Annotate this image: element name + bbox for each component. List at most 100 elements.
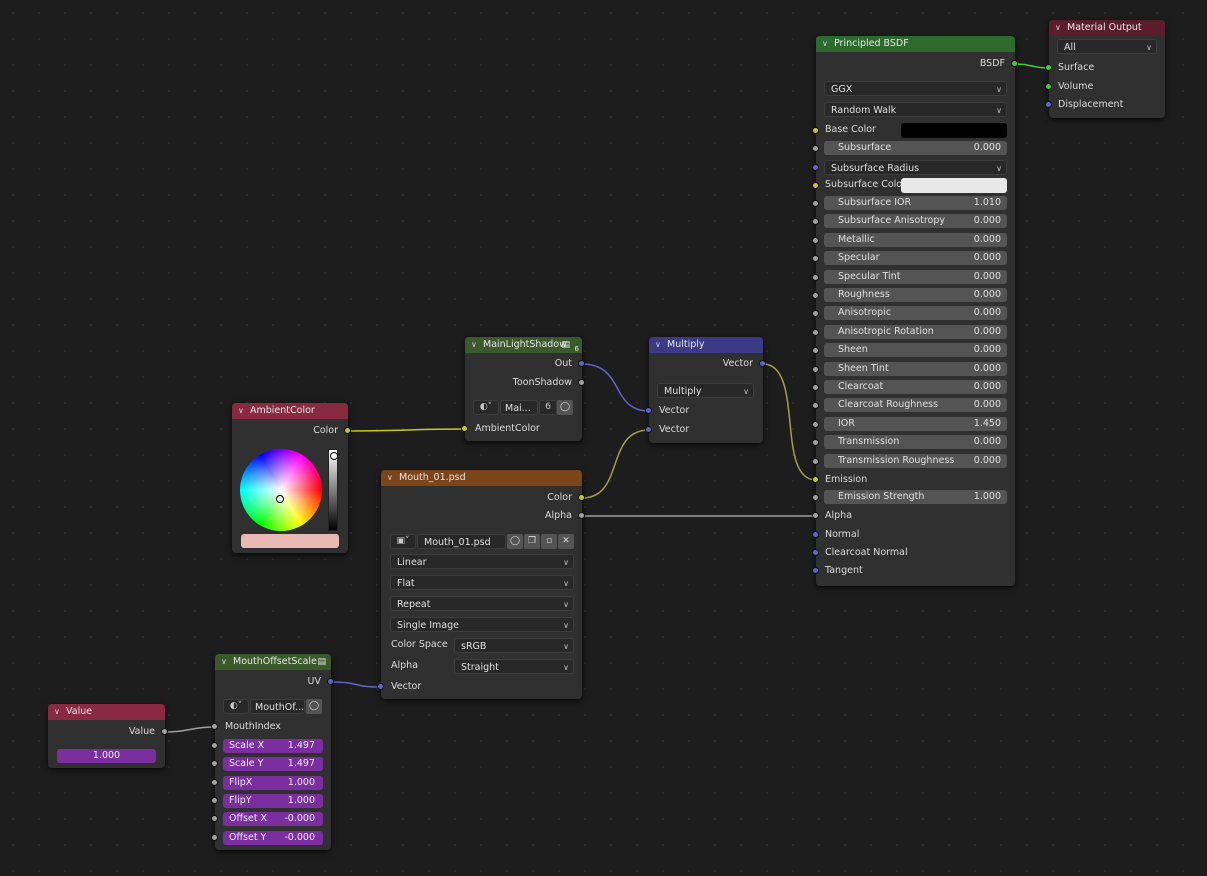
input-socket-alpha[interactable] [812,512,819,519]
chevron-down-icon[interactable]: ∨ [387,470,399,486]
value-slider-handle[interactable] [330,452,338,460]
bsdf-float-field[interactable]: Sheen 0.000 [824,343,1007,357]
input-socket-scale-y[interactable] [211,760,218,767]
input-socket-mouth-index[interactable] [211,723,218,730]
value-slider[interactable] [328,449,338,531]
input-socket-emission[interactable] [812,476,819,483]
node-header[interactable]: ∨ Material Output [1049,20,1165,36]
node-header[interactable]: ∨ Value [48,704,165,720]
input-socket-tangent[interactable] [812,567,819,574]
node-group-browse[interactable]: ◐˅ [223,699,249,714]
input-socket-bsdf-float[interactable] [812,439,819,446]
input-socket-offset-y[interactable] [211,834,218,841]
chevron-down-icon[interactable]: ∨ [238,403,250,419]
bsdf-float-field[interactable]: Sheen Tint 0.000 [824,362,1007,376]
input-socket-vector-2[interactable] [645,426,652,433]
node-header[interactable]: ∨ Multiply [649,337,763,353]
bsdf-float-field[interactable]: Specular 0.000 [824,251,1007,265]
input-socket-base-color[interactable] [812,127,819,134]
input-socket-bsdf-float[interactable] [812,384,819,391]
bsdf-float-field[interactable]: IOR 1.450 [824,417,1007,431]
input-socket-bsdf-float[interactable] [812,347,819,354]
node-header[interactable]: ∨ AmbientColor [232,403,348,419]
output-socket-uv[interactable] [327,678,334,685]
color-swatch[interactable] [241,534,339,548]
output-socket-alpha[interactable] [578,512,585,519]
node-group-browse[interactable]: ◐˅ [473,400,499,415]
bsdf-float-field[interactable]: Clearcoat Roughness 0.000 [824,398,1007,412]
bsdf-float-field[interactable]: Clearcoat 0.000 [824,380,1007,394]
output-socket-color[interactable] [344,427,351,434]
value-field[interactable]: 1.000 [57,749,156,763]
fake-user-shield-icon[interactable]: ◯ [557,400,573,415]
bsdf-float-field[interactable]: Subsurface IOR 1.010 [824,196,1007,210]
close-icon[interactable]: ✕ [558,534,574,549]
group-users-count[interactable]: 6 [539,400,557,415]
bsdf-float-field[interactable]: Anisotropic Rotation 0.000 [824,325,1007,339]
operation-dropdown[interactable]: Multiply ∨ [657,383,754,398]
output-socket-out[interactable] [578,360,585,367]
input-socket-bsdf-float[interactable] [812,218,819,225]
ambient-color-node[interactable]: ∨ AmbientColor Color [232,403,351,553]
chevron-down-icon[interactable]: ∨ [471,337,483,353]
input-socket-volume[interactable] [1045,83,1052,90]
group-name-field[interactable]: Mai... [500,400,538,415]
chevron-down-icon[interactable]: ∨ [655,337,667,353]
output-socket-color[interactable] [578,494,585,501]
chevron-down-icon[interactable]: ∨ [54,704,66,720]
input-socket-bsdf-float[interactable] [812,421,819,428]
input-socket-vector[interactable] [377,683,384,690]
main-light-shadow-node[interactable]: ∨ MainLightShadow ▤ 6 Out ToonShadow ◐˅ M… [461,337,585,441]
input-socket-bsdf-float[interactable] [812,200,819,207]
input-socket-bsdf-float[interactable] [812,237,819,244]
output-socket-value[interactable] [161,728,168,735]
input-socket-bsdf-float[interactable] [812,274,819,281]
subsurface-radius-dropdown[interactable]: Subsurface Radius ∨ [824,160,1007,175]
subsurface-color-swatch[interactable] [901,178,1007,193]
bsdf-float-field[interactable]: Specular Tint 0.000 [824,270,1007,284]
output-socket-toon-shadow[interactable] [578,379,585,386]
input-socket-displacement[interactable] [1045,101,1052,108]
group-name-field[interactable]: MouthOf... [250,699,305,714]
input-socket-bsdf-float[interactable] [812,329,819,336]
base-color-swatch[interactable] [901,123,1007,138]
bsdf-float-field[interactable]: Transmission 0.000 [824,435,1007,449]
scale-y-field[interactable]: Scale Y 1.497 [223,757,323,771]
emission-strength-field[interactable]: Emission Strength 1.000 [824,490,1007,504]
input-socket-subsurface[interactable] [812,145,819,152]
input-socket-bsdf-float[interactable] [812,255,819,262]
image-texture-node[interactable]: ∨ Mouth_01.psd Color Alpha ▣˅ Mouth_01.ps… [377,470,585,699]
input-socket-normal[interactable] [812,531,819,538]
input-socket-offset-x[interactable] [211,815,218,822]
chevron-down-icon[interactable]: ∨ [221,654,233,670]
fake-user-shield-icon[interactable]: ◯ [306,699,322,714]
node-header[interactable]: ∨ MainLightShadow ▤ 6 [465,337,582,353]
bsdf-float-field[interactable]: Metallic 0.000 [824,233,1007,247]
input-socket-subsurface-radius[interactable] [812,164,819,171]
input-socket-bsdf-float[interactable] [812,292,819,299]
projection-dropdown[interactable]: Flat ∨ [390,575,574,590]
output-socket-vector[interactable] [759,360,766,367]
subsurface-field[interactable]: Subsurface 0.000 [824,141,1007,155]
alpha-mode-dropdown[interactable]: Straight ∨ [454,659,574,674]
duplicate-icon[interactable]: ❐ [524,534,540,549]
image-name-field[interactable]: Mouth_01.psd [417,534,506,549]
subsurface-method-dropdown[interactable]: Random Walk ∨ [824,102,1007,117]
output-socket-bsdf[interactable] [1011,60,1018,67]
input-socket-bsdf-float[interactable] [812,458,819,465]
open-folder-icon[interactable]: ▫ [541,534,557,549]
mouth-offset-scale-node[interactable]: ∨ MouthOffsetScale ▤ UV ◐˅ MouthOf... ◯ M… [211,654,334,850]
node-header[interactable]: ∨ MouthOffsetScale ▤ [215,654,331,670]
bsdf-float-field[interactable]: Roughness 0.000 [824,288,1007,302]
material-output-node[interactable]: ∨ Material Output All ∨ Surface Volume Dis… [1045,20,1165,118]
input-socket-vector-1[interactable] [645,407,652,414]
flip-x-field[interactable]: FlipX 1.000 [223,776,323,790]
fake-user-shield-icon[interactable]: ◯ [507,534,523,549]
target-dropdown[interactable]: All ∨ [1057,39,1157,54]
input-socket-scale-x[interactable] [211,742,218,749]
offset-x-field[interactable]: Offset X -0.000 [223,812,323,826]
flip-y-field[interactable]: FlipY 1.000 [223,794,323,808]
interpolation-dropdown[interactable]: Linear ∨ [390,554,574,569]
input-socket-ambient-color[interactable] [461,425,468,432]
extension-dropdown[interactable]: Repeat ∨ [390,596,574,611]
